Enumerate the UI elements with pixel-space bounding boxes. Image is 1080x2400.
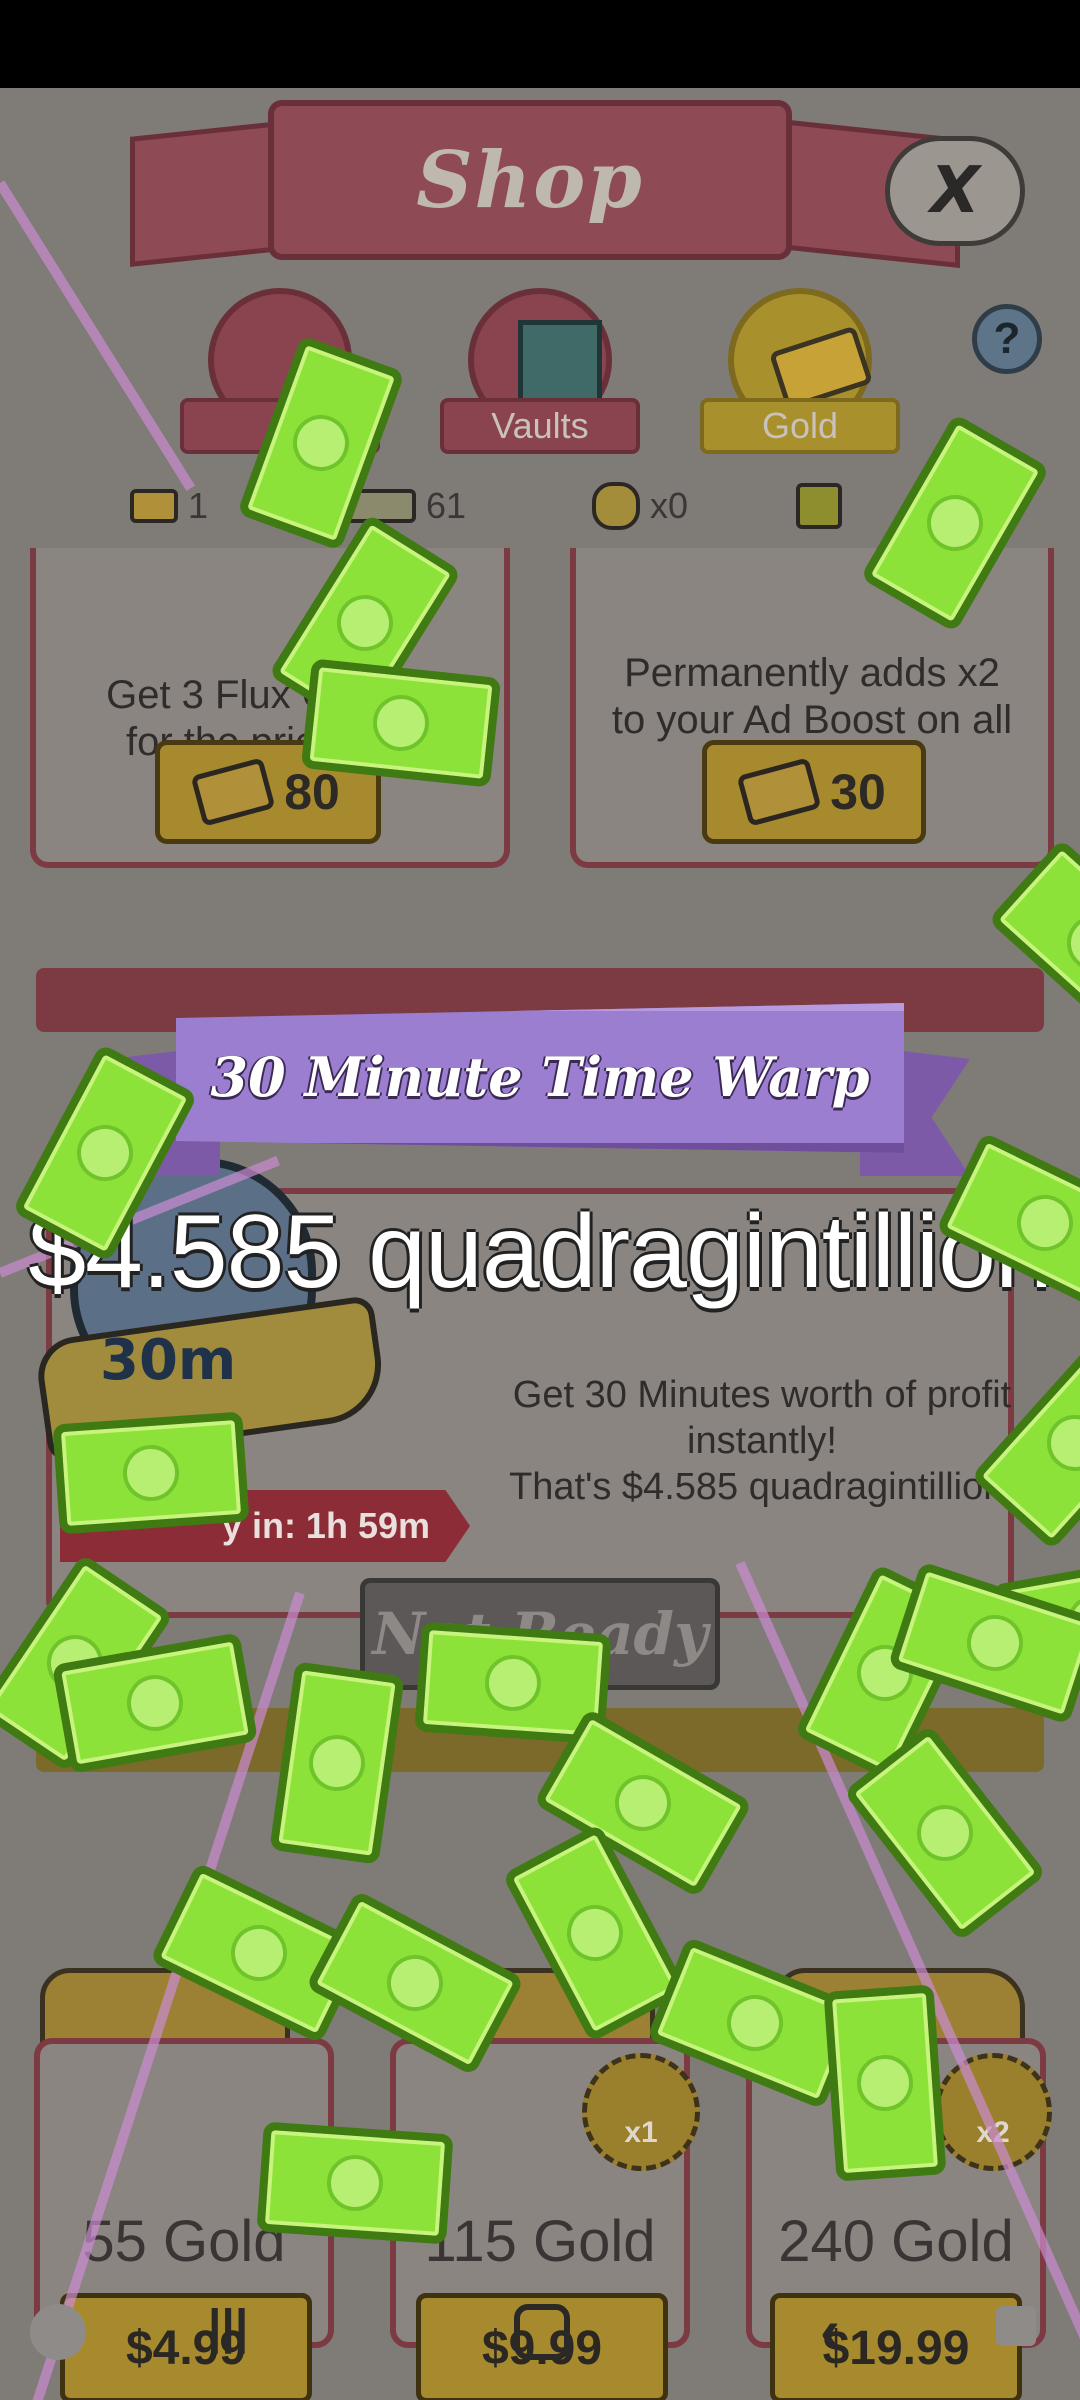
shop-screen: Shop X Vaults Gold ? 1 61 x0 Get 3 Flux … xyxy=(0,88,1080,2400)
vault-icon xyxy=(518,320,602,404)
shop-banner: Shop xyxy=(268,100,792,260)
close-button[interactable]: X xyxy=(885,136,1025,246)
time-warp-description: Get 30 Minutes worth of profit instantly… xyxy=(509,1374,1015,1508)
recent-apps-icon[interactable]: ||| xyxy=(208,2300,248,2355)
status-bar xyxy=(0,0,1080,88)
popup-title: 30 Minute Time Warp xyxy=(210,1045,870,1109)
game-launcher-icon[interactable] xyxy=(30,2304,86,2360)
gold-icon xyxy=(190,757,276,827)
popup-amount: $4.585 quadragintillion xyxy=(28,1194,1053,1310)
cash-bill xyxy=(52,1411,250,1535)
back-icon[interactable]: ‹ xyxy=(820,2296,840,2365)
currency-value: 1 xyxy=(188,485,209,526)
currency-gold: 1 xyxy=(130,476,208,536)
cash-bill xyxy=(256,2121,454,2245)
currency-money-bag: x0 xyxy=(592,476,688,536)
currency-tax xyxy=(796,476,852,536)
tab-label: Vaults xyxy=(440,398,640,454)
tab-gold[interactable]: Gold xyxy=(700,288,900,458)
currency-value: 61 xyxy=(426,485,467,526)
gold-icon xyxy=(130,489,178,523)
home-icon[interactable] xyxy=(514,2304,570,2360)
money-bag-icon xyxy=(592,482,640,530)
gold-icon xyxy=(736,757,822,827)
tab-vaults[interactable]: Vaults xyxy=(440,288,640,458)
help-icon[interactable]: ? xyxy=(972,304,1042,374)
buy-ad-boost-button[interactable]: 30 xyxy=(702,740,926,844)
multiplier-badge: x1 xyxy=(582,2053,700,2171)
tax-icon xyxy=(796,483,842,529)
shop-title: Shop xyxy=(416,134,644,226)
multiplier-badge: x2 xyxy=(934,2053,1052,2171)
system-nav-bar: ||| ‹ xyxy=(0,2290,1080,2400)
cash-bill xyxy=(823,1984,947,2182)
tab-label: Gold xyxy=(700,398,900,454)
time-warp-duration: 30m xyxy=(100,1328,237,1393)
time-warp-ribbon: 30 Minute Time Warp xyxy=(176,1003,904,1153)
cash-bill xyxy=(300,658,502,788)
gold-amount: 240 Gold xyxy=(778,2209,1014,2274)
currency-value: x0 xyxy=(650,485,689,526)
accessibility-icon[interactable] xyxy=(996,2306,1036,2346)
